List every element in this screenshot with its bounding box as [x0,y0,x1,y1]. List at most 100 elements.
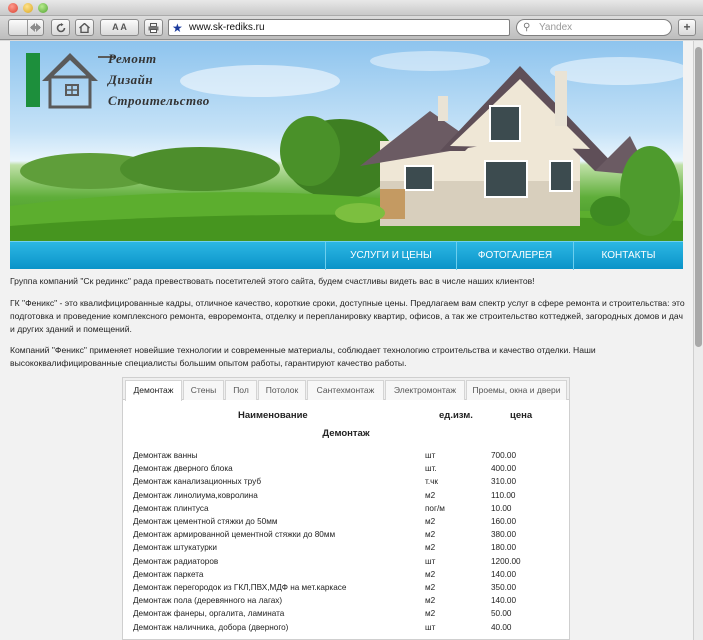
column-header-price: цена [510,410,533,421]
service-name-cell: Демонтаж армированной цементной стяжки д… [133,530,336,540]
table-row: Демонтаж дверного блока шт. 400.00 [123,464,569,477]
unit-cell: м2 [425,569,436,579]
table-row: Демонтаж паркета м2 140.00 [123,570,569,583]
unit-cell: м2 [425,517,436,526]
table-row: Демонтаж канализационных труб т.чк 310.00 [123,477,569,490]
price-cell: 700.00 [491,451,517,460]
logo-line-2: Дизайн [108,72,154,87]
service-name-cell: Демонтаж линолиума,ковролина [133,490,258,500]
service-name-cell: Демонтаж паркета [133,569,204,579]
search-icon: ⚲ [523,22,531,33]
service-name-cell: Демонтаж радиаторов [133,556,219,566]
back-forward-group [8,19,44,36]
intro-paragraph-2: ГК "Феникс" - это квалифицированные кадр… [10,298,685,334]
tab-ceiling[interactable]: Потолок [258,380,306,400]
service-name-cell: Демонтаж цементной стяжки до 50мм [133,517,278,526]
service-name-cell: Демонтаж перегородок из ГКЛ,ПВХ,МДФ на м… [133,583,347,592]
table-row: Демонтаж радиаторов шт 1200.00 [123,557,569,570]
table-row: Демонтаж плинтуса пог/м 10.00 [123,504,569,517]
section-title: Демонтаж [322,428,370,439]
service-name-cell: Демонтаж пола (деревянного на лагах) [133,596,283,606]
unit-cell: шт [425,451,436,460]
vertical-scrollbar[interactable] [693,41,703,640]
tab-openings-windows-doors[interactable]: Проемы, окна и двери [466,380,567,400]
close-window-button[interactable] [8,3,18,13]
price-cell: 50.00 [491,609,512,619]
price-cell: 400.00 [491,464,517,474]
address-bar[interactable]: ★ www.sk-rediks.ru [168,19,510,36]
unit-cell: м2 [425,609,436,619]
price-cell: 140.00 [491,596,517,606]
tab-walls[interactable]: Стены [183,380,224,400]
unit-cell: м2 [425,583,436,592]
price-cell: 10.00 [491,503,512,513]
table-row: Демонтаж цементной стяжки до 50мм м2 160.0… [123,517,569,530]
tab-plumbing[interactable]: Сантехмонтаж [307,380,384,400]
text-size-button[interactable]: A A [100,19,139,36]
browser-toolbar: A A ★ www.sk-rediks.ru ⚲ Yandex + [0,16,703,40]
header-banner: Ремонт Дизайн Строительство [10,41,683,241]
logo-house-icon [26,53,116,109]
table-row: Демонтаж линолиума,ковролина м2 110.00 [123,491,569,504]
intro-paragraph-3: Компаний "Феникс" применяет новейшие тех… [10,345,596,368]
table-row: Демонтаж пола (деревянного на лагах) м2 14… [123,596,569,609]
url-text: www.sk-rediks.ru [189,22,265,33]
intro-paragraph-1: Группа компаний "Ск рединкс" рада превес… [10,276,535,286]
print-button[interactable] [144,19,163,36]
text-size-label: A A [112,22,127,32]
nav-contacts[interactable]: КОНТАКТЫ [574,242,683,270]
tab-demolition[interactable]: Демонтаж [125,380,182,401]
price-cell: 350.00 [491,583,517,592]
printer-icon [148,23,159,33]
new-tab-button[interactable]: + [678,19,696,36]
unit-cell: т.чк [425,477,438,487]
service-name-cell: Демонтаж плинтуса [133,503,209,513]
zoom-window-button[interactable] [38,3,48,13]
home-icon [79,23,90,33]
service-name-cell: Демонтаж канализационных труб [133,477,262,487]
unit-cell: шт. [425,464,437,474]
unit-cell: м2 [425,543,436,553]
unit-cell: шт [425,622,436,632]
price-cell: 140.00 [491,569,517,579]
price-cell: 180.00 [491,543,517,553]
price-cell: 310.00 [491,477,517,487]
tab-floor[interactable]: Пол [225,380,257,400]
price-cell: 380.00 [491,530,517,540]
service-name-cell: Демонтаж ванны [133,451,198,460]
table-row: Демонтаж ванны шт 700.00 [123,451,569,464]
unit-cell: м2 [425,530,436,540]
price-cell: 110.00 [491,490,516,500]
reload-button[interactable] [51,19,70,36]
price-tabs-panel: Демонтаж Стены Пол Потолок Сантехмонтаж … [122,377,570,640]
forward-button[interactable] [27,20,44,35]
service-name-cell: Демонтаж наличника, добора (дверного) [133,622,289,632]
search-placeholder: Yandex [539,22,573,33]
column-header-name: Наименование [238,410,308,421]
nav-services-prices[interactable]: УСЛУГИ И ЦЕНЫ [326,242,456,270]
web-page: Ремонт Дизайн Строительство УСЛУГИ И ЦЕН… [0,41,693,640]
unit-cell: шт [425,556,436,566]
unit-cell: пог/м [425,503,445,513]
table-row: Демонтаж штукатурки м2 180.00 [123,543,569,556]
column-header-unit: ед.изм. [439,410,473,421]
price-cell: 1200.00 [491,556,521,566]
price-cell: 160.00 [491,517,517,526]
tab-electrical[interactable]: Электромонтаж [385,380,465,400]
scrollbar-thumb[interactable] [695,47,702,347]
minimize-window-button[interactable] [23,3,33,13]
home-button[interactable] [75,19,94,36]
logo-line-1: Ремонт [108,51,157,66]
unit-cell: м2 [425,490,436,500]
bookmark-star-icon[interactable]: ★ [172,20,183,36]
table-row: Демонтаж наличника, добора (дверного) шт 4… [123,623,569,636]
reload-icon [56,23,65,33]
table-row: Демонтаж армированной цементной стяжки д… [123,530,569,543]
service-name-cell: Демонтаж штукатурки [133,543,217,553]
price-cell: 40.00 [491,622,512,632]
search-field[interactable]: ⚲ Yandex [516,19,672,36]
service-name-cell: Демонтаж дверного блока [133,464,233,474]
main-navigation: УСЛУГИ И ЦЕНЫ ФОТОГАЛЕРЕЯ КОНТАКТЫ [10,241,683,270]
nav-photo-gallery[interactable]: ФОТОГАЛЕРЕЯ [457,242,573,270]
service-name-cell: Демонтаж фанеры, оргалита, ламината [133,609,285,619]
